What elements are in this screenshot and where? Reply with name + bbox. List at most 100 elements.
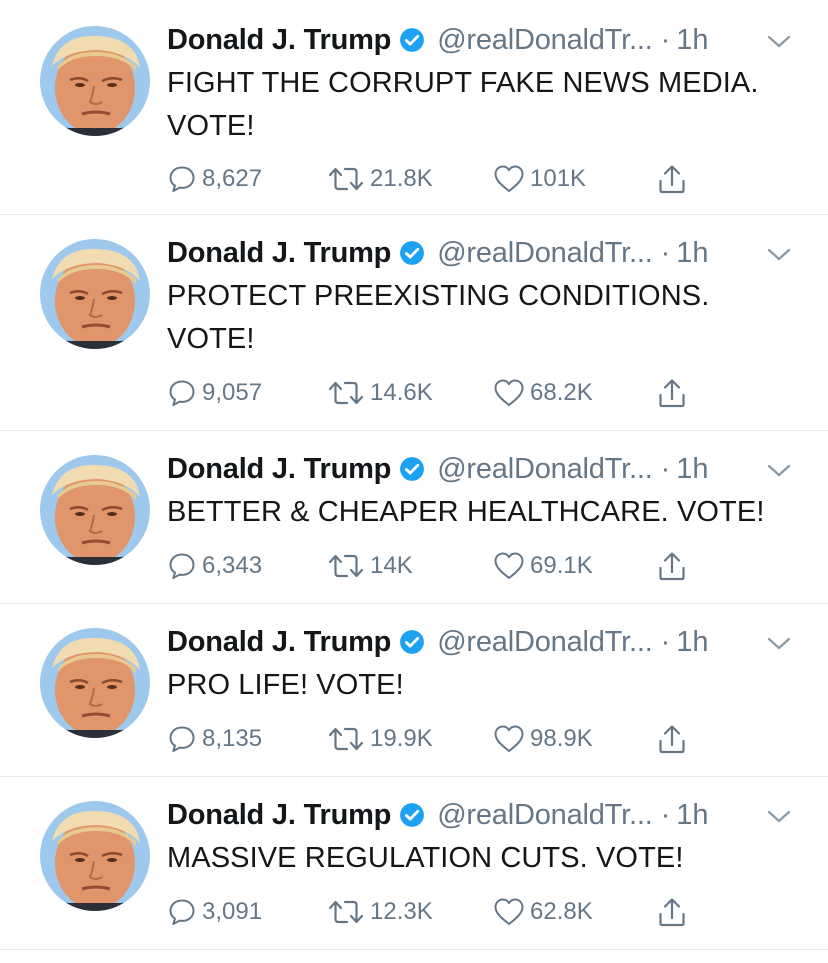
- retweet-button[interactable]: 14.6K: [327, 376, 433, 410]
- retweet-icon: [328, 900, 364, 924]
- reply-icon: [169, 166, 195, 192]
- chevron-down-icon[interactable]: [766, 636, 792, 652]
- tweet-text: PRO LIFE! VOTE!: [167, 669, 404, 701]
- user-handle[interactable]: @realDonaldTr...: [437, 624, 653, 660]
- share-button[interactable]: [657, 895, 687, 929]
- tweet-text: MASSIVE REGULATION CUTS. VOTE!: [167, 842, 684, 874]
- chevron-down-icon[interactable]: [766, 809, 792, 825]
- display-name[interactable]: Donald J. Trump: [167, 797, 391, 833]
- verified-badge-icon: [400, 803, 425, 827]
- display-name[interactable]: Donald J. Trump: [167, 22, 391, 58]
- retweet-count: 12.3K: [370, 898, 433, 925]
- reply-count: 8,627: [202, 165, 263, 192]
- timestamp[interactable]: 1h: [676, 451, 708, 487]
- display-name[interactable]: Donald J. Trump: [167, 624, 391, 660]
- share-icon: [659, 725, 685, 754]
- like-icon: [494, 379, 524, 406]
- tweet-header: Donald J. Trump @realDonaldTr... · 1h: [167, 22, 709, 58]
- retweet-icon: [328, 167, 364, 191]
- avatar[interactable]: [40, 455, 150, 565]
- reply-button[interactable]: 3,091: [167, 895, 262, 929]
- user-handle[interactable]: @realDonaldTr...: [437, 797, 653, 833]
- chevron-down-icon[interactable]: [766, 34, 792, 50]
- separator-dot: ·: [660, 237, 671, 269]
- avatar[interactable]: [40, 801, 150, 911]
- user-handle[interactable]: @realDonaldTr...: [437, 235, 653, 271]
- retweet-icon: [328, 381, 364, 405]
- reply-button[interactable]: 8,627: [167, 162, 262, 196]
- display-name[interactable]: Donald J. Trump: [167, 451, 391, 487]
- share-button[interactable]: [657, 549, 687, 583]
- user-handle[interactable]: @realDonaldTr...: [437, 451, 653, 487]
- reply-button[interactable]: 9,057: [167, 376, 262, 410]
- like-button[interactable]: 98.9K: [493, 722, 593, 756]
- reply-icon: [169, 380, 195, 406]
- tweet-header: Donald J. Trump @realDonaldTr... · 1h: [167, 624, 709, 660]
- retweet-count: 19.9K: [370, 725, 433, 752]
- retweet-button[interactable]: 14K: [327, 549, 413, 583]
- verified-badge-icon: [400, 28, 425, 52]
- share-button[interactable]: [657, 376, 687, 410]
- retweet-count: 14.6K: [370, 379, 433, 406]
- like-button[interactable]: 101K: [493, 162, 586, 196]
- reply-count: 8,135: [202, 725, 263, 752]
- tweet-header: Donald J. Trump @realDonaldTr... · 1h: [167, 235, 709, 271]
- reply-button[interactable]: 8,135: [167, 722, 262, 756]
- avatar[interactable]: [40, 628, 150, 738]
- reply-count: 3,091: [202, 898, 263, 925]
- timestamp[interactable]: 1h: [676, 22, 708, 58]
- timestamp[interactable]: 1h: [676, 624, 708, 660]
- reply-icon: [169, 553, 195, 579]
- like-button[interactable]: 62.8K: [493, 895, 593, 929]
- reply-icon: [169, 899, 195, 925]
- share-icon: [659, 898, 685, 927]
- retweet-count: 21.8K: [370, 165, 433, 192]
- separator-dot: ·: [660, 24, 671, 56]
- reply-button[interactable]: 6,343: [167, 549, 262, 583]
- verified-badge-icon: [400, 241, 425, 265]
- reply-count: 9,057: [202, 379, 263, 406]
- share-icon: [659, 379, 685, 408]
- like-count: 68.2K: [530, 379, 593, 406]
- like-count: 62.8K: [530, 898, 593, 925]
- retweet-icon: [328, 727, 364, 751]
- separator-dot: ·: [660, 453, 671, 485]
- reply-icon: [169, 726, 195, 752]
- user-handle[interactable]: @realDonaldTr...: [437, 22, 653, 58]
- tweet[interactable]: Donald J. Trump @realDonaldTr... · 1h FI…: [0, 0, 828, 215]
- like-icon: [494, 552, 524, 579]
- verified-badge-icon: [400, 457, 425, 481]
- separator-dot: ·: [660, 799, 671, 831]
- retweet-icon: [328, 554, 364, 578]
- chevron-down-icon[interactable]: [766, 247, 792, 263]
- avatar[interactable]: [40, 239, 150, 349]
- tweet-header: Donald J. Trump @realDonaldTr... · 1h: [167, 797, 709, 833]
- like-icon: [494, 898, 524, 925]
- tweet[interactable]: Donald J. Trump @realDonaldTr... · 1h PR…: [0, 215, 828, 431]
- retweet-button[interactable]: 19.9K: [327, 722, 433, 756]
- verified-badge-icon: [400, 630, 425, 654]
- tweet[interactable]: Donald J. Trump @realDonaldTr... · 1h MA…: [0, 777, 828, 950]
- tweet[interactable]: Donald J. Trump @realDonaldTr... · 1h PR…: [0, 604, 828, 777]
- timestamp[interactable]: 1h: [676, 235, 708, 271]
- like-button[interactable]: 69.1K: [493, 549, 593, 583]
- like-button[interactable]: 68.2K: [493, 376, 593, 410]
- timestamp[interactable]: 1h: [676, 797, 708, 833]
- retweet-button[interactable]: 21.8K: [327, 162, 433, 196]
- like-count: 69.1K: [530, 552, 593, 579]
- display-name[interactable]: Donald J. Trump: [167, 235, 391, 271]
- reply-count: 6,343: [202, 552, 263, 579]
- share-icon: [659, 165, 685, 194]
- tweet-text: FIGHT THE CORRUPT FAKE NEWS MEDIA. VOTE!: [167, 67, 759, 142]
- tweet-actions: 9,057 14.6K 68.2K: [167, 376, 727, 410]
- tweet[interactable]: Donald J. Trump @realDonaldTr... · 1h BE…: [0, 431, 828, 604]
- share-icon: [659, 552, 685, 581]
- share-button[interactable]: [657, 722, 687, 756]
- tweet-feed: Donald J. Trump @realDonaldTr... · 1h FI…: [0, 0, 828, 963]
- retweet-count: 14K: [370, 552, 413, 579]
- chevron-down-icon[interactable]: [766, 463, 792, 479]
- avatar[interactable]: [40, 26, 150, 136]
- like-icon: [494, 725, 524, 752]
- retweet-button[interactable]: 12.3K: [327, 895, 433, 929]
- share-button[interactable]: [657, 162, 687, 196]
